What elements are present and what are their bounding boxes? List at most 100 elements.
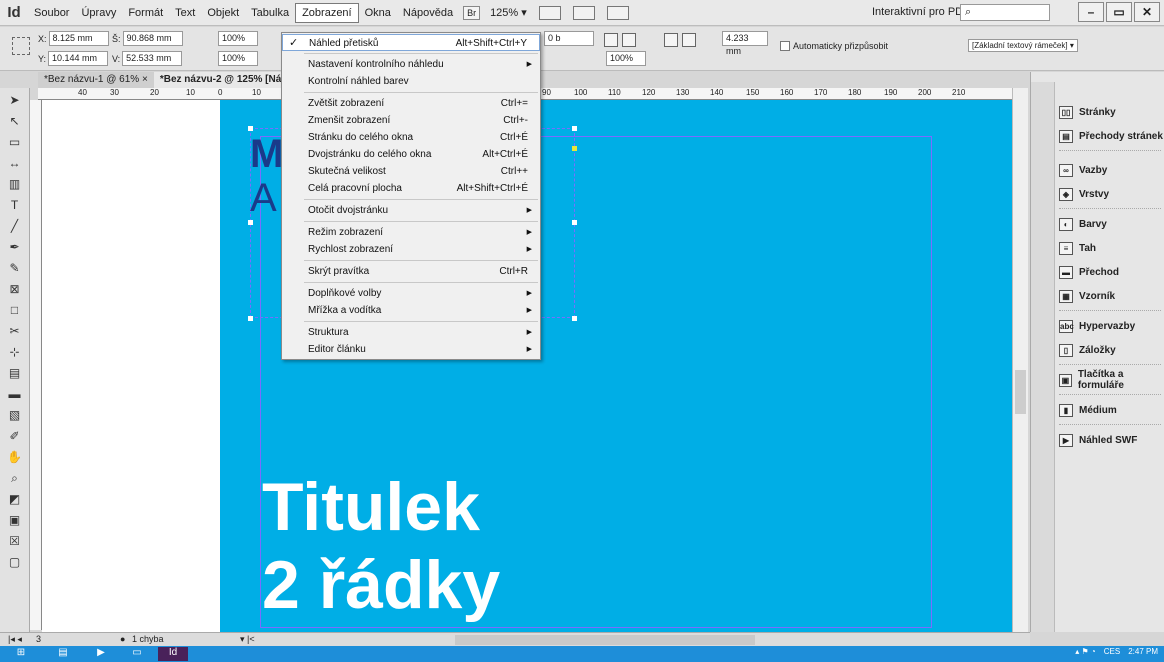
view-menu-item[interactable]: Celá pracovní plocha Alt+Shift+Ctrl+É bbox=[282, 180, 540, 197]
view-menu-item[interactable]: Doplňkové volby ▶ bbox=[282, 285, 540, 302]
stroke-weight-field[interactable]: 0 b bbox=[544, 31, 594, 46]
indesign-taskbar-icon[interactable]: Id bbox=[158, 647, 188, 661]
frame-handle[interactable] bbox=[248, 220, 253, 225]
hand-tool-icon[interactable]: ✋ bbox=[5, 448, 25, 466]
view-menu-item[interactable]: Stránku do celého okna Ctrl+É bbox=[282, 129, 540, 146]
autofit-checkbox[interactable]: Automaticky přizpůsobit bbox=[780, 41, 888, 51]
panel-vrstvy[interactable]: ◈ Vrstvy bbox=[1059, 184, 1163, 204]
title-line-1[interactable]: Titulek bbox=[262, 468, 480, 546]
gradient-tool-icon[interactable]: ▤ bbox=[5, 364, 25, 382]
menu-text[interactable]: Text bbox=[169, 4, 201, 22]
eyedropper-tool-icon[interactable]: ✐ bbox=[5, 427, 25, 445]
vertical-scroll-thumb[interactable] bbox=[1015, 370, 1026, 414]
view-menu-item[interactable]: Mřížka a vodítka ▶ bbox=[282, 302, 540, 319]
frame-handle[interactable] bbox=[248, 316, 253, 321]
powershell-icon[interactable]: ▶ bbox=[86, 647, 116, 661]
panel-stranky[interactable]: ▯▯ Stránky bbox=[1059, 102, 1163, 122]
close-button[interactable]: ✕ bbox=[1134, 2, 1160, 22]
view-menu-item[interactable]: Zmenšit zobrazení Ctrl+- bbox=[282, 112, 540, 129]
view-options-icon[interactable] bbox=[572, 5, 595, 20]
frame-handle[interactable] bbox=[572, 220, 577, 225]
start-button-icon[interactable]: ⊞ bbox=[6, 647, 36, 661]
gradient-feather-tool-icon[interactable]: ▬ bbox=[5, 385, 25, 403]
search-input[interactable]: ⌕ bbox=[960, 4, 1050, 21]
x-field[interactable]: 8.125 mm bbox=[48, 31, 109, 46]
line-tool-icon[interactable]: ╱ bbox=[5, 217, 25, 235]
panel-tlacitka[interactable]: ▣ Tlačítka a formuláře bbox=[1059, 369, 1163, 391]
arrange-documents-icon[interactable] bbox=[606, 5, 629, 20]
pen-tool-icon[interactable]: ✒ bbox=[5, 238, 25, 256]
headline-line-1[interactable]: M bbox=[250, 132, 283, 177]
fill-icon[interactable] bbox=[604, 33, 618, 47]
frame-style-select[interactable]: [Základní textový rámeček] ▾ bbox=[968, 39, 1078, 52]
frame-handle-inport[interactable] bbox=[572, 146, 577, 151]
view-menu-item[interactable]: Struktura ▶ bbox=[282, 324, 540, 341]
menu-zobrazeni[interactable]: Zobrazení bbox=[295, 2, 359, 23]
scale-x-field[interactable]: 100% bbox=[218, 31, 258, 46]
fill-stroke-swatch-icon[interactable]: ◩ bbox=[5, 490, 25, 508]
width-field[interactable]: 90.868 mm bbox=[122, 31, 183, 46]
bridge-button[interactable]: Br bbox=[463, 5, 481, 20]
type-tool-icon[interactable]: T bbox=[5, 196, 25, 214]
panel-vazby[interactable]: ∞ Vazby bbox=[1059, 160, 1163, 180]
view-menu-item[interactable]: Skrýt pravítka Ctrl+R bbox=[282, 263, 540, 280]
direct-selection-tool-icon[interactable]: ↖ bbox=[5, 112, 25, 130]
zoom-select[interactable]: 125% ▾ bbox=[484, 6, 533, 19]
minimize-button[interactable]: – bbox=[1078, 2, 1104, 22]
language-indicator[interactable]: CES bbox=[1104, 647, 1120, 656]
gap-tool-icon[interactable]: ↔ bbox=[5, 154, 25, 172]
panel-prechody[interactable]: ▤ Přechody stránek bbox=[1059, 126, 1163, 146]
stroke-icon[interactable] bbox=[622, 33, 636, 47]
file-manager-icon[interactable]: ▤ bbox=[48, 647, 78, 661]
menu-soubor[interactable]: Soubor bbox=[28, 4, 75, 22]
align-center-icon[interactable] bbox=[682, 33, 696, 47]
panel-prechod[interactable]: ▬ Přechod bbox=[1059, 262, 1163, 282]
panel-strip[interactable] bbox=[1031, 82, 1055, 632]
view-menu-item[interactable]: Režim zobrazení ▶ bbox=[282, 224, 540, 241]
horizontal-scroll-thumb[interactable] bbox=[455, 635, 755, 645]
checkbox-box[interactable] bbox=[780, 41, 790, 51]
apply-none-icon[interactable]: ☒ bbox=[5, 532, 25, 550]
selection-tool-icon[interactable]: ➤ bbox=[5, 91, 25, 109]
align-left-icon[interactable] bbox=[664, 33, 678, 47]
maximize-button[interactable]: ▭ bbox=[1106, 2, 1132, 22]
view-menu-item[interactable]: Zvětšit zobrazení Ctrl+= bbox=[282, 95, 540, 112]
screen-mode-icon[interactable] bbox=[538, 5, 561, 20]
panel-tah[interactable]: ≡ Tah bbox=[1059, 238, 1163, 258]
view-menu-item[interactable]: Skutečná velikost Ctrl++ bbox=[282, 163, 540, 180]
panel-zalozky[interactable]: ▯ Záložky bbox=[1059, 340, 1163, 360]
folder-icon[interactable]: ▭ bbox=[122, 647, 152, 661]
offset-field[interactable]: 4.233 mm bbox=[722, 31, 768, 56]
height-field[interactable]: 52.533 mm bbox=[122, 51, 183, 66]
page-tool-icon[interactable]: ▭ bbox=[5, 133, 25, 151]
zoom-tool-icon[interactable]: ⌕ bbox=[5, 469, 25, 487]
scale-y-field[interactable]: 100% bbox=[218, 51, 258, 66]
menu-napoveda[interactable]: Nápověda bbox=[397, 4, 459, 22]
panel-barvy[interactable]: ◐ Barvy bbox=[1059, 214, 1163, 234]
rectangle-tool-icon[interactable]: □ bbox=[5, 301, 25, 319]
clock[interactable]: 2:47 PM bbox=[1128, 647, 1158, 656]
opacity-field[interactable]: 100% bbox=[606, 51, 646, 66]
view-menu-item[interactable]: Otočit dvojstránku ▶ bbox=[282, 202, 540, 219]
y-field[interactable]: 10.144 mm bbox=[48, 51, 109, 66]
view-menu-item[interactable]: Kontrolní náhled barev bbox=[282, 73, 540, 90]
view-menu-item[interactable]: Rychlost zobrazení ▶ bbox=[282, 241, 540, 258]
formatting-container-icon[interactable]: ▣ bbox=[5, 511, 25, 529]
frame-handle[interactable] bbox=[572, 316, 577, 321]
preflight-errors[interactable]: 1 chyba bbox=[132, 634, 164, 644]
page-number[interactable]: 3 bbox=[36, 634, 41, 644]
page-nav-icon[interactable]: |◂ ◂ bbox=[8, 634, 22, 645]
menu-format[interactable]: Formát bbox=[122, 4, 169, 22]
rectangle-frame-tool-icon[interactable]: ⊠ bbox=[5, 280, 25, 298]
frame-handle[interactable] bbox=[572, 126, 577, 131]
pencil-tool-icon[interactable]: ✎ bbox=[5, 259, 25, 277]
reference-point-icon[interactable] bbox=[12, 37, 30, 55]
view-menu-item[interactable]: Editor článku ▶ bbox=[282, 341, 540, 358]
menu-okna[interactable]: Okna bbox=[359, 4, 397, 22]
view-menu-item[interactable]: Nastavení kontrolního náhledu ▶ bbox=[282, 56, 540, 73]
menu-tabulka[interactable]: Tabulka bbox=[245, 4, 295, 22]
scissors-tool-icon[interactable]: ✂ bbox=[5, 322, 25, 340]
vertical-ruler[interactable] bbox=[30, 100, 42, 630]
screen-mode-tool-icon[interactable]: ▢ bbox=[5, 553, 25, 571]
panel-vzornik[interactable]: ▦ Vzorník bbox=[1059, 286, 1163, 306]
